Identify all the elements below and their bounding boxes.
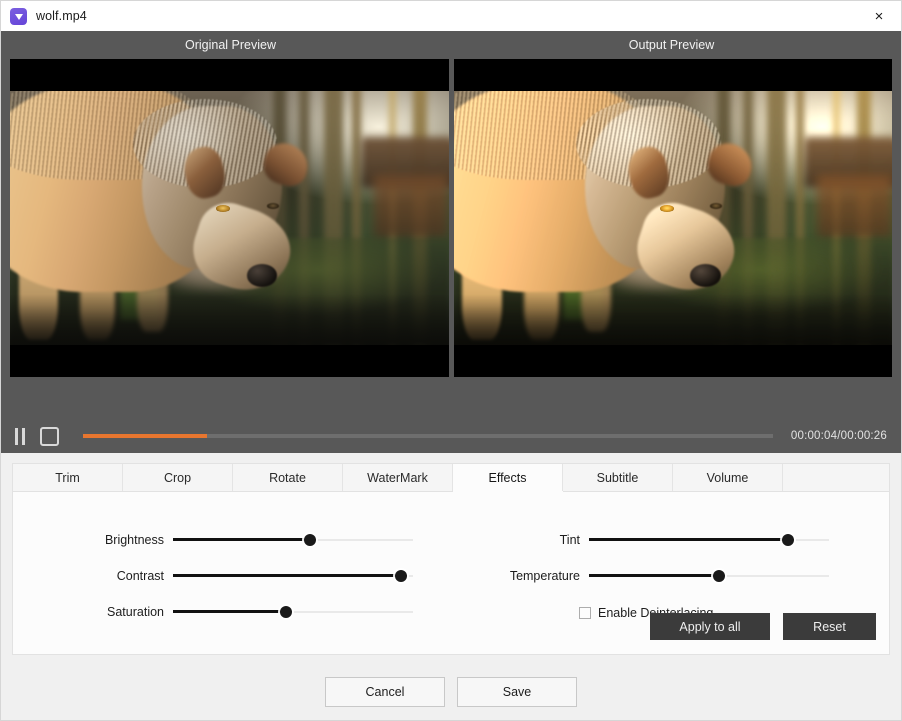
saturation-slider[interactable] <box>173 604 413 620</box>
reset-button[interactable]: Reset <box>783 613 876 640</box>
tint-slider[interactable] <box>589 532 829 548</box>
close-icon[interactable]: × <box>857 1 901 31</box>
pause-icon[interactable] <box>15 427 29 445</box>
preview-region: Original Preview Output Preview <box>1 31 901 419</box>
window-title: wolf.mp4 <box>36 9 87 23</box>
tab-watermark[interactable]: WaterMark <box>343 464 453 491</box>
contrast-row: Contrast <box>35 558 451 594</box>
saturation-row: Saturation <box>35 594 451 630</box>
output-preview-video[interactable] <box>453 59 892 377</box>
contrast-slider[interactable] <box>173 568 413 584</box>
tab-trim[interactable]: Trim <box>13 464 123 491</box>
letterbox-top <box>453 59 892 91</box>
preview-labels: Original Preview Output Preview <box>10 31 892 59</box>
output-preview-label: Output Preview <box>628 38 715 52</box>
tint-label: Tint <box>559 533 580 547</box>
editor-tabs: Trim Crop Rotate WaterMark Effects Subti… <box>12 463 890 491</box>
tab-rotate[interactable]: Rotate <box>233 464 343 491</box>
tab-volume[interactable]: Volume <box>673 464 783 491</box>
title-bar: wolf.mp4 × <box>1 1 901 31</box>
original-preview-label: Original Preview <box>184 38 276 52</box>
save-button[interactable]: Save <box>457 677 577 707</box>
video-file-icon <box>10 7 27 25</box>
apply-to-all-button[interactable]: Apply to all <box>650 613 770 640</box>
letterbox-bottom <box>10 345 449 377</box>
tab-subtitle[interactable]: Subtitle <box>563 464 673 491</box>
stop-icon[interactable] <box>40 426 59 446</box>
brightness-slider[interactable] <box>173 532 413 548</box>
tab-crop[interactable]: Crop <box>123 464 233 491</box>
letterbox-bottom <box>453 345 892 377</box>
effects-actions: Apply to all Reset <box>650 613 876 640</box>
playback-time: 00:00:04/00:00:26 <box>790 430 887 442</box>
wolf-frame-image <box>10 91 449 345</box>
cancel-button[interactable]: Cancel <box>325 677 445 707</box>
preview-pair <box>10 59 892 377</box>
wolf-frame-image-processed <box>453 91 892 345</box>
playback-progress-fill <box>83 434 208 438</box>
tint-row: Tint <box>451 522 867 558</box>
editor-tab-area: Trim Crop Rotate WaterMark Effects Subti… <box>1 453 901 664</box>
dialog-footer: Cancel Save <box>1 664 901 720</box>
playback-controls: 00:00:04/00:00:26 <box>1 419 901 453</box>
playback-progress-bar[interactable] <box>83 434 773 438</box>
effects-left-column: Brightness Contrast Saturation <box>35 522 451 630</box>
brightness-label: Brightness <box>104 533 164 547</box>
enable-deinterlacing-checkbox[interactable] <box>579 607 591 619</box>
effects-dialog-window: wolf.mp4 × Original Preview Output Previ… <box>0 0 902 721</box>
effects-panel: Brightness Contrast Saturation Tint Temp… <box>12 491 890 655</box>
letterbox-top <box>10 59 449 91</box>
tab-effects[interactable]: Effects <box>453 464 563 491</box>
temperature-row: Temperature <box>451 558 867 594</box>
temperature-label: Temperature <box>509 569 580 583</box>
saturation-label: Saturation <box>107 605 164 619</box>
contrast-label: Contrast <box>116 569 164 583</box>
tabstrip-filler <box>783 464 889 491</box>
brightness-row: Brightness <box>35 522 451 558</box>
original-preview-video[interactable] <box>10 59 449 377</box>
temperature-slider[interactable] <box>589 568 829 584</box>
